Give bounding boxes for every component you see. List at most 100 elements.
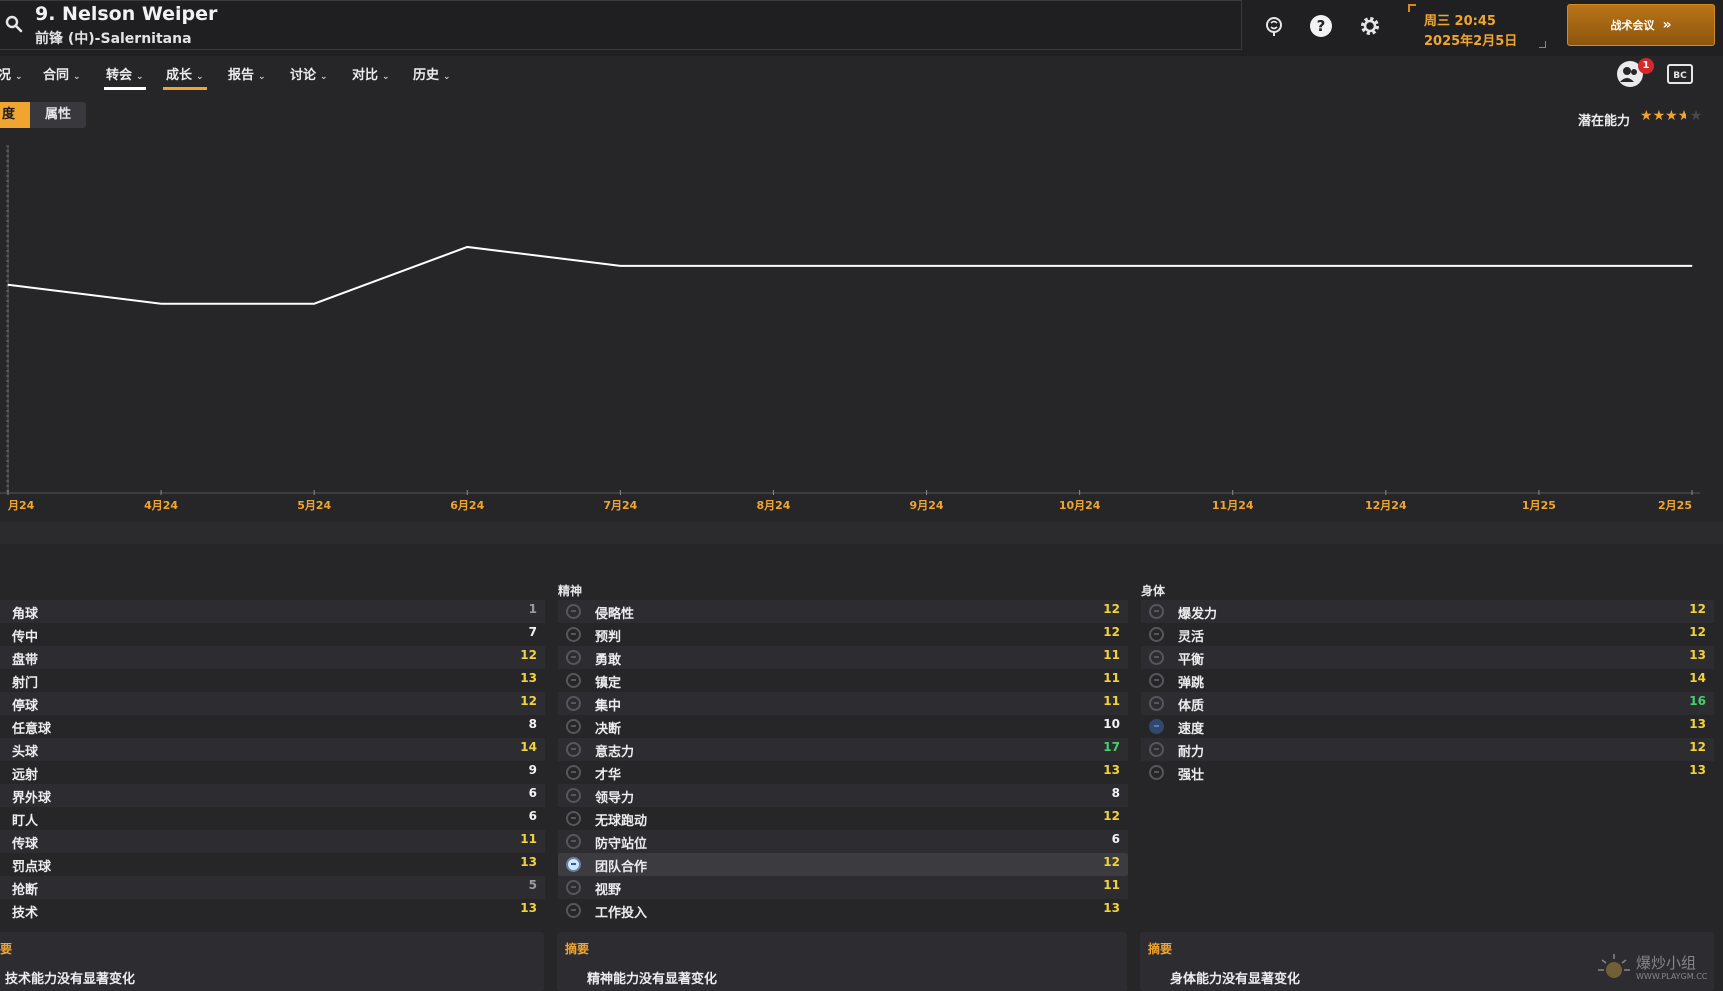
data-point (619, 265, 621, 267)
attribute-row[interactable]: 速度 13 (1141, 715, 1714, 738)
tactics-meeting-button[interactable]: 战术会议 » (1567, 4, 1715, 46)
attribute-value: 13 (1689, 717, 1706, 731)
summary-title: 摘要 (1148, 942, 1173, 956)
svg-text:BC: BC (1673, 71, 1687, 81)
data-point (466, 246, 468, 248)
mental-title: 精神 (558, 584, 583, 598)
attribute-row[interactable]: 界外球 6 (0, 784, 545, 807)
attribute-name: 停球 (12, 699, 39, 714)
data-point (1385, 265, 1387, 267)
date-time-box[interactable]: 周三 20:45 2025年2月5日 (1408, 4, 1546, 49)
x-tick-label: 7月24 (603, 499, 637, 512)
meeting-label: 战术会议 (1610, 19, 1655, 32)
attribute-row[interactable]: 团队合作 12 (558, 853, 1128, 876)
attribute-row[interactable]: 防守站位 6 (558, 830, 1128, 853)
attribute-name: 体质 (1178, 699, 1205, 714)
attribute-row[interactable]: 工作投入 13 (558, 899, 1128, 922)
attribute-value: 11 (1103, 878, 1120, 892)
attribute-name: 视野 (595, 883, 622, 898)
attribute-row[interactable]: 决断 10 (558, 715, 1128, 738)
summary-title: 要 (0, 942, 13, 956)
trend-icon (566, 696, 581, 711)
nav-item-compare[interactable]: 对比 ⌄ (352, 64, 390, 90)
player-name: 9. Nelson Weiper (35, 3, 218, 25)
attribute-name: 头球 (12, 745, 39, 760)
attribute-row[interactable]: 领导力 8 (558, 784, 1128, 807)
attribute-name: 任意球 (12, 722, 52, 737)
attribute-name: 强壮 (1178, 768, 1205, 783)
attribute-row[interactable]: 罚点球 13 (0, 853, 545, 876)
data-point (313, 303, 315, 305)
nav-item-overview[interactable]: 况 ⌄ (0, 64, 23, 90)
attribute-row[interactable]: 停球 12 (0, 692, 545, 715)
attribute-value: 13 (1689, 648, 1706, 662)
attribute-row[interactable]: 视野 11 (558, 876, 1128, 899)
trend-icon (566, 903, 581, 918)
attribute-row[interactable]: 勇敢 11 (558, 646, 1128, 669)
gear-icon[interactable] (1358, 14, 1382, 38)
trend-icon (566, 627, 581, 642)
x-tick-label: 10月24 (1059, 499, 1101, 512)
help-icon[interactable]: ? (1309, 14, 1333, 38)
svg-text:?: ? (1317, 17, 1326, 35)
attribute-name: 爆发力 (1178, 607, 1218, 622)
x-tick-label: 6月24 (450, 499, 484, 512)
x-tick-label: 8月24 (756, 499, 790, 512)
trend-icon (566, 857, 581, 872)
attribute-row[interactable]: 抢断 5 (0, 876, 545, 899)
attribute-row[interactable]: 爆发力 12 (1141, 600, 1714, 623)
attribute-row[interactable]: 镇定 11 (558, 669, 1128, 692)
attribute-row[interactable]: 任意球 8 (0, 715, 545, 738)
attribute-row[interactable]: 传球 11 (0, 830, 545, 853)
attribute-row[interactable]: 集中 11 (558, 692, 1128, 715)
attribute-row[interactable]: 侵略性 12 (558, 600, 1128, 623)
attribute-row[interactable]: 预判 12 (558, 623, 1128, 646)
tab-attributes[interactable]: 属性 (30, 102, 86, 128)
brain-icon[interactable] (1262, 14, 1286, 38)
compare-card-icon[interactable]: BC (1666, 62, 1694, 86)
nav-item-development[interactable]: 成长 ⌄ (163, 64, 207, 90)
attribute-row[interactable]: 耐力 12 (1141, 738, 1714, 761)
attribute-row[interactable]: 意志力 17 (558, 738, 1128, 761)
attribute-row[interactable]: 角球 1 (0, 600, 545, 623)
attribute-row[interactable]: 射门 13 (0, 669, 545, 692)
x-tick-label: 9月24 (910, 499, 944, 512)
attribute-row[interactable]: 传中 7 (0, 623, 545, 646)
attribute-value: 1 (528, 602, 537, 616)
attribute-name: 传中 (12, 630, 39, 645)
sun-logo-icon (1598, 954, 1630, 978)
attribute-name: 镇定 (595, 676, 622, 691)
corner-accent (1539, 41, 1546, 48)
data-point (772, 265, 774, 267)
attribute-row[interactable]: 灵活 12 (1141, 623, 1714, 646)
watermark-text: 爆炒小组 (1636, 954, 1697, 972)
attribute-row[interactable]: 盯人 6 (0, 807, 545, 830)
attribute-row[interactable]: 弹跳 14 (1141, 669, 1714, 692)
attribute-row[interactable]: 才华 13 (558, 761, 1128, 784)
watermark-logo: 爆炒小组 WWW.PLAYGM.CC (1596, 952, 1716, 986)
attribute-name: 侵略性 (595, 607, 635, 622)
nav-item-discussion[interactable]: 讨论 ⌄ (290, 64, 328, 90)
potential-stars: ★★★★★ (1640, 108, 1702, 124)
nav-item-history[interactable]: 历史 ⌄ (413, 64, 451, 90)
search-icon[interactable] (5, 15, 23, 33)
nav-item-transfer[interactable]: 转会 ⌄ (104, 64, 146, 90)
trend-icon (566, 811, 581, 826)
attribute-value: 11 (1103, 694, 1120, 708)
attribute-row[interactable]: 无球跑动 12 (558, 807, 1128, 830)
attribute-value: 13 (1689, 763, 1706, 777)
attribute-row[interactable]: 平衡 13 (1141, 646, 1714, 669)
attribute-value: 12 (1689, 740, 1706, 754)
data-point (1538, 265, 1540, 267)
tab-progress[interactable]: 度 (0, 102, 30, 128)
nav-item-reports[interactable]: 报告 ⌄ (228, 64, 266, 90)
nav-item-contract[interactable]: 合同 ⌄ (43, 64, 81, 90)
attribute-row[interactable]: 盘带 12 (0, 646, 545, 669)
attribute-row[interactable]: 体质 16 (1141, 692, 1714, 715)
attribute-row[interactable]: 远射 9 (0, 761, 545, 784)
attribute-row[interactable]: 头球 14 (0, 738, 545, 761)
attribute-row[interactable]: 强壮 13 (1141, 761, 1714, 784)
attribute-value: 14 (1689, 671, 1706, 685)
attribute-value: 9 (528, 763, 537, 777)
attribute-row[interactable]: 技术 13 (0, 899, 545, 922)
